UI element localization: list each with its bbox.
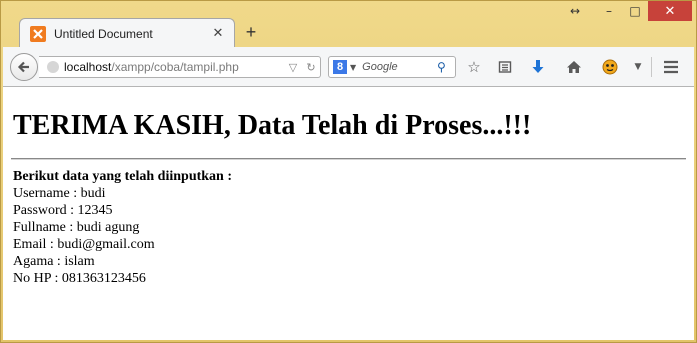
tab-title: Untitled Document bbox=[54, 26, 153, 41]
field-fullname: Fullname : budi agung bbox=[13, 220, 140, 235]
field-agama: Agama : islam bbox=[13, 254, 95, 269]
toolbar-separator bbox=[651, 57, 652, 77]
maximize-button[interactable]: □ bbox=[622, 1, 648, 21]
xampp-favicon-icon bbox=[30, 25, 46, 42]
browser-window: ↔ – □ ✕ Untitled Document ✕ + localhost/… bbox=[0, 0, 697, 343]
url-path: /xampp/coba/tampil.php bbox=[111, 60, 239, 74]
home-icon[interactable] bbox=[563, 56, 585, 78]
resize-arrows-icon[interactable]: ↔ bbox=[560, 1, 590, 21]
page-content: TERIMA KASIH, Data Telah di Proses...!!!… bbox=[3, 87, 694, 340]
reading-list-icon[interactable] bbox=[494, 56, 516, 78]
url-dropdown-icon[interactable]: ▽ bbox=[284, 61, 302, 74]
reload-icon[interactable]: ↻ bbox=[302, 61, 320, 74]
addon-face-icon[interactable] bbox=[599, 56, 621, 78]
addon-dropdown-icon[interactable]: ▼ bbox=[627, 56, 649, 78]
search-icon[interactable]: ⚲ bbox=[437, 60, 455, 74]
download-icon[interactable] bbox=[527, 56, 549, 78]
data-intro-label: Berikut data yang telah diinputkan : bbox=[13, 169, 232, 184]
tab-close-icon[interactable]: ✕ bbox=[208, 26, 228, 41]
back-button[interactable] bbox=[10, 53, 38, 81]
navigation-toolbar: localhost/xampp/coba/tampil.php ▽ ↻ 8 ▼ … bbox=[3, 47, 694, 87]
new-tab-button[interactable]: + bbox=[241, 21, 261, 43]
search-bar[interactable]: 8 ▼ Google ⚲ bbox=[328, 56, 456, 78]
tab-untitled-document[interactable]: Untitled Document ✕ bbox=[19, 18, 235, 48]
menu-hamburger-icon[interactable] bbox=[660, 56, 682, 78]
back-arrow-icon bbox=[17, 61, 29, 73]
field-no-hp: No HP : 081363123456 bbox=[13, 271, 146, 286]
globe-icon bbox=[47, 61, 59, 73]
engine-dropdown-icon[interactable]: ▼ bbox=[350, 63, 356, 72]
google-engine-icon[interactable]: 8 bbox=[333, 60, 347, 74]
url-host: localhost bbox=[64, 60, 112, 74]
field-email: Email : budi@gmail.com bbox=[13, 237, 155, 252]
horizontal-rule bbox=[11, 158, 686, 160]
page-heading: TERIMA KASIH, Data Telah di Proses...!!! bbox=[13, 110, 532, 141]
url-text[interactable]: localhost/xampp/coba/tampil.php bbox=[64, 60, 284, 74]
url-bar[interactable]: localhost/xampp/coba/tampil.php ▽ ↻ bbox=[39, 56, 321, 78]
minimize-button[interactable]: – bbox=[596, 1, 622, 21]
bookmark-star-icon[interactable]: ☆ bbox=[463, 56, 485, 78]
close-window-button[interactable]: ✕ bbox=[648, 1, 692, 21]
field-password: Password : 12345 bbox=[13, 203, 113, 218]
window-controls: ↔ – □ ✕ bbox=[560, 1, 692, 23]
search-input[interactable]: Google bbox=[362, 61, 437, 73]
field-username: Username : budi bbox=[13, 186, 106, 201]
